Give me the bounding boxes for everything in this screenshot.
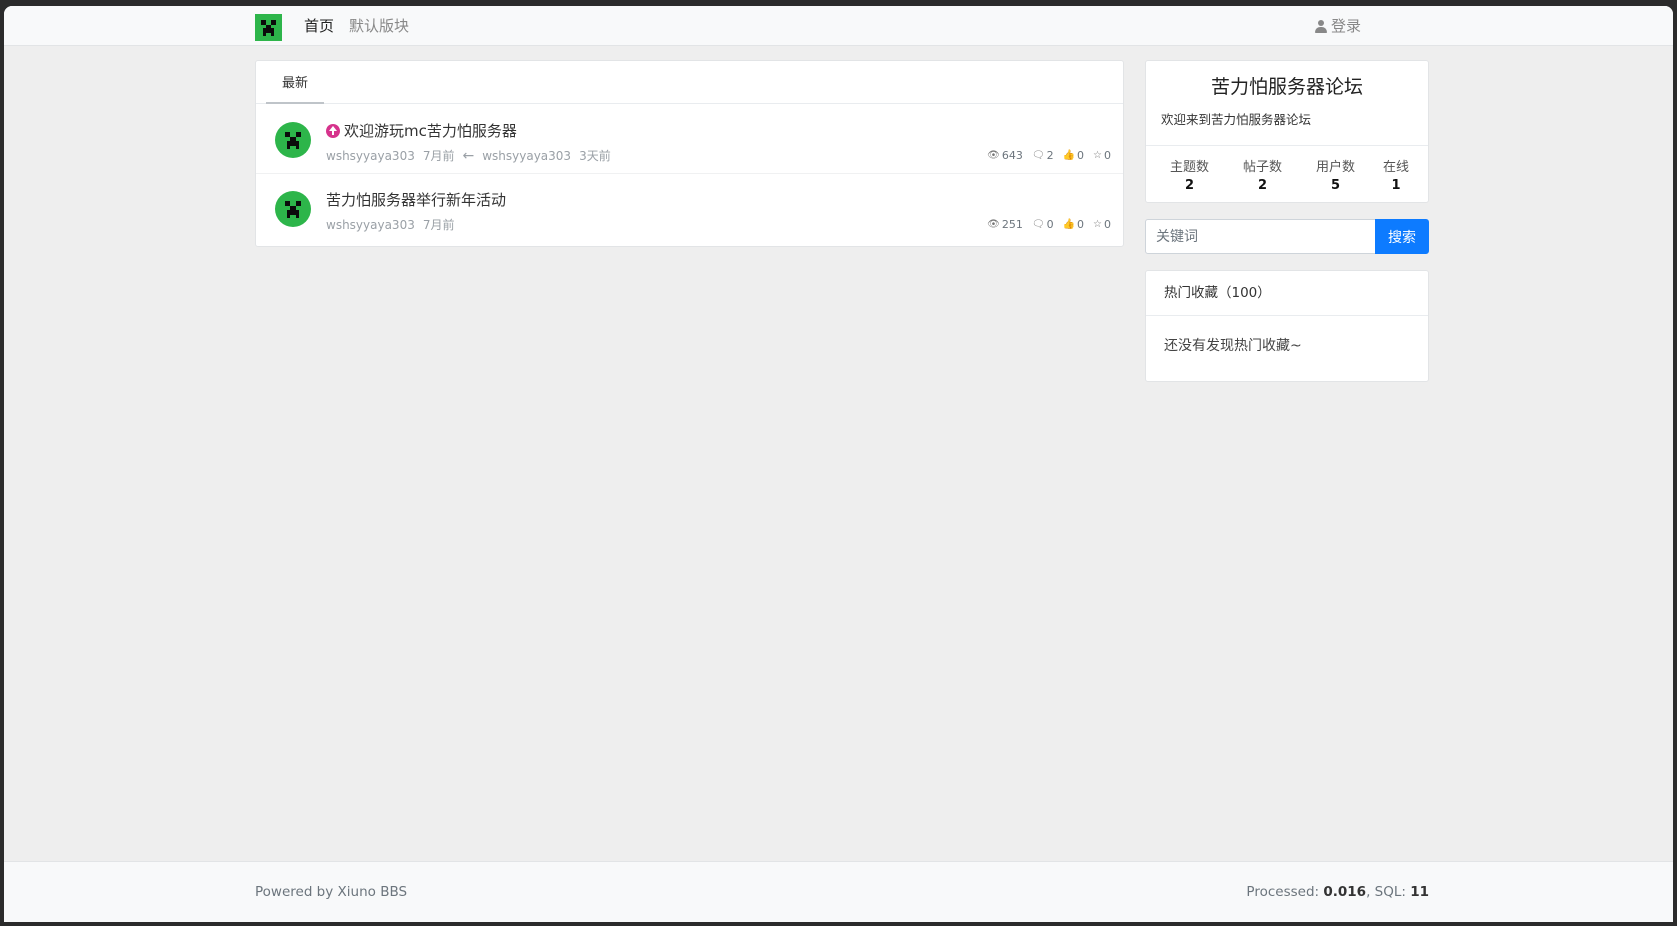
sql-value: 11 — [1410, 884, 1429, 900]
hot-favorites-empty: 还没有发现热门收藏~ — [1164, 338, 1302, 354]
search-input[interactable] — [1145, 219, 1376, 254]
stat-value: 5 — [1330, 178, 1341, 193]
replies-count: 2 — [1046, 149, 1054, 162]
footer: Powered by Xiuno BBS Processed: 0.016, S… — [4, 861, 1673, 922]
powered-by: Powered by Xiuno BBS — [255, 884, 408, 900]
login-label: 登录 — [1330, 17, 1361, 35]
eye-icon: 👁 — [987, 150, 1000, 161]
star-icon: ☆ — [1093, 219, 1102, 230]
tab-latest[interactable]: 最新 — [266, 61, 324, 104]
user-icon — [1314, 19, 1327, 33]
sql-label: , SQL: — [1366, 884, 1411, 900]
thread-tab-bar: 最新 — [256, 61, 1123, 104]
comment-icon: 🗨 — [1031, 219, 1045, 230]
likes-stat: 👍 0 — [1063, 149, 1084, 163]
thread-last-reply-time: 3天前 — [579, 149, 611, 163]
processed-info: Processed: 0.016, SQL: 11 — [1246, 884, 1429, 900]
likes-stat: 👍 0 — [1063, 218, 1084, 232]
views-count: 643 — [1001, 149, 1023, 162]
thread-stats: 👁 251 🗨 0 👍 0 ☆ 0 — [987, 218, 1111, 232]
thread-created: 7月前 — [422, 149, 455, 163]
creeper-icon[interactable] — [255, 14, 282, 41]
avatar[interactable] — [275, 122, 311, 158]
thread-row[interactable]: 苦力怕服务器举行新年活动 wshsyyaya303 7月前 👁 251 🗨 0 👍 0… — [256, 173, 1123, 241]
thread-author[interactable]: wshsyyaya303 — [326, 217, 415, 233]
thread-title[interactable]: 欢迎游玩mc苦力怕服务器 — [326, 120, 517, 142]
thread-author[interactable]: wshsyyaya303 — [326, 148, 415, 164]
thumbs-up-icon: 👍 — [1062, 219, 1076, 230]
stat-label: 用户数 — [1316, 160, 1356, 175]
divider — [1146, 145, 1428, 146]
stat-value: 1 — [1391, 178, 1401, 193]
last-reply-arrow-icon: ← — [462, 148, 475, 164]
thumbs-up-icon: 👍 — [1062, 150, 1076, 161]
thread-title[interactable]: 苦力怕服务器举行新年活动 — [326, 189, 506, 211]
favorites-stat: ☆ 0 — [1093, 218, 1111, 232]
stat-label: 主题数 — [1170, 160, 1210, 175]
nav-default-forum-link[interactable]: 默认版块 — [349, 17, 409, 35]
favorites-count: 0 — [1104, 218, 1111, 231]
top-navbar: 首页 默认版块 登录 — [4, 6, 1673, 46]
thread-created: 7月前 — [422, 218, 455, 232]
comment-icon: 🗨 — [1031, 150, 1045, 161]
search-button[interactable]: 搜索 — [1375, 219, 1429, 254]
stat-users: 用户数 5 — [1316, 156, 1355, 193]
likes-count: 0 — [1077, 218, 1085, 231]
hot-favorites-card: 热门收藏（100） 还没有发现热门收藏~ — [1145, 270, 1429, 382]
favorites-stat: ☆ 0 — [1093, 149, 1111, 163]
likes-count: 0 — [1077, 149, 1085, 162]
forum-description: 欢迎来到苦力怕服务器论坛 — [1161, 112, 1312, 127]
stat-label: 帖子数 — [1243, 160, 1283, 175]
browser-page: 首页 默认版块 登录 最新 欢迎游玩mc苦力怕服务器 wshsyyaya303 … — [4, 6, 1673, 922]
replies-stat: 🗨 0 — [1032, 218, 1054, 232]
thread-list-card: 最新 欢迎游玩mc苦力怕服务器 wshsyyaya303 7月前 ← wshsy… — [255, 60, 1124, 247]
forum-title: 苦力怕服务器论坛 — [1210, 76, 1363, 98]
views-count: 251 — [1001, 218, 1023, 231]
star-icon: ☆ — [1093, 150, 1102, 161]
pinned-icon — [326, 124, 340, 138]
hot-favorites-title: 热门收藏（100） — [1146, 271, 1428, 316]
processed-value: 0.016 — [1323, 884, 1367, 900]
thread-row[interactable]: 欢迎游玩mc苦力怕服务器 wshsyyaya303 7月前 ← wshsyyay… — [256, 105, 1123, 173]
thread-title-text[interactable]: 欢迎游玩mc苦力怕服务器 — [344, 120, 517, 142]
thread-stats: 👁 643 🗨 2 👍 0 ☆ 0 — [987, 149, 1111, 163]
nav-home-link[interactable]: 首页 — [304, 17, 334, 35]
thread-title-text[interactable]: 苦力怕服务器举行新年活动 — [326, 189, 506, 211]
stat-value: 2 — [1257, 178, 1268, 193]
replies-stat: 🗨 2 — [1032, 149, 1054, 163]
favorites-count: 0 — [1104, 149, 1111, 162]
stat-value: 2 — [1184, 178, 1195, 193]
views-stat: 👁 251 — [987, 218, 1023, 232]
stat-posts: 帖子数 2 — [1243, 156, 1282, 193]
stat-topics: 主题数 2 — [1170, 156, 1209, 193]
login-link[interactable]: 登录 — [1314, 17, 1361, 35]
thread-last-reply-user[interactable]: wshsyyaya303 — [482, 148, 571, 164]
eye-icon: 👁 — [987, 219, 1000, 230]
views-stat: 👁 643 — [987, 149, 1023, 163]
processed-label: Processed: — [1246, 884, 1324, 900]
stat-label: 在线 — [1383, 160, 1410, 175]
forum-info-card: 苦力怕服务器论坛 欢迎来到苦力怕服务器论坛 主题数 2 帖子数 2 用户数 5 … — [1145, 60, 1429, 203]
thread-meta: wshsyyaya303 7月前 ← wshsyyaya303 3天前 — [326, 148, 619, 164]
stat-online: 在线 1 — [1383, 156, 1409, 193]
thread-meta: wshsyyaya303 7月前 — [326, 217, 462, 233]
replies-count: 0 — [1046, 218, 1054, 231]
avatar[interactable] — [275, 191, 311, 227]
